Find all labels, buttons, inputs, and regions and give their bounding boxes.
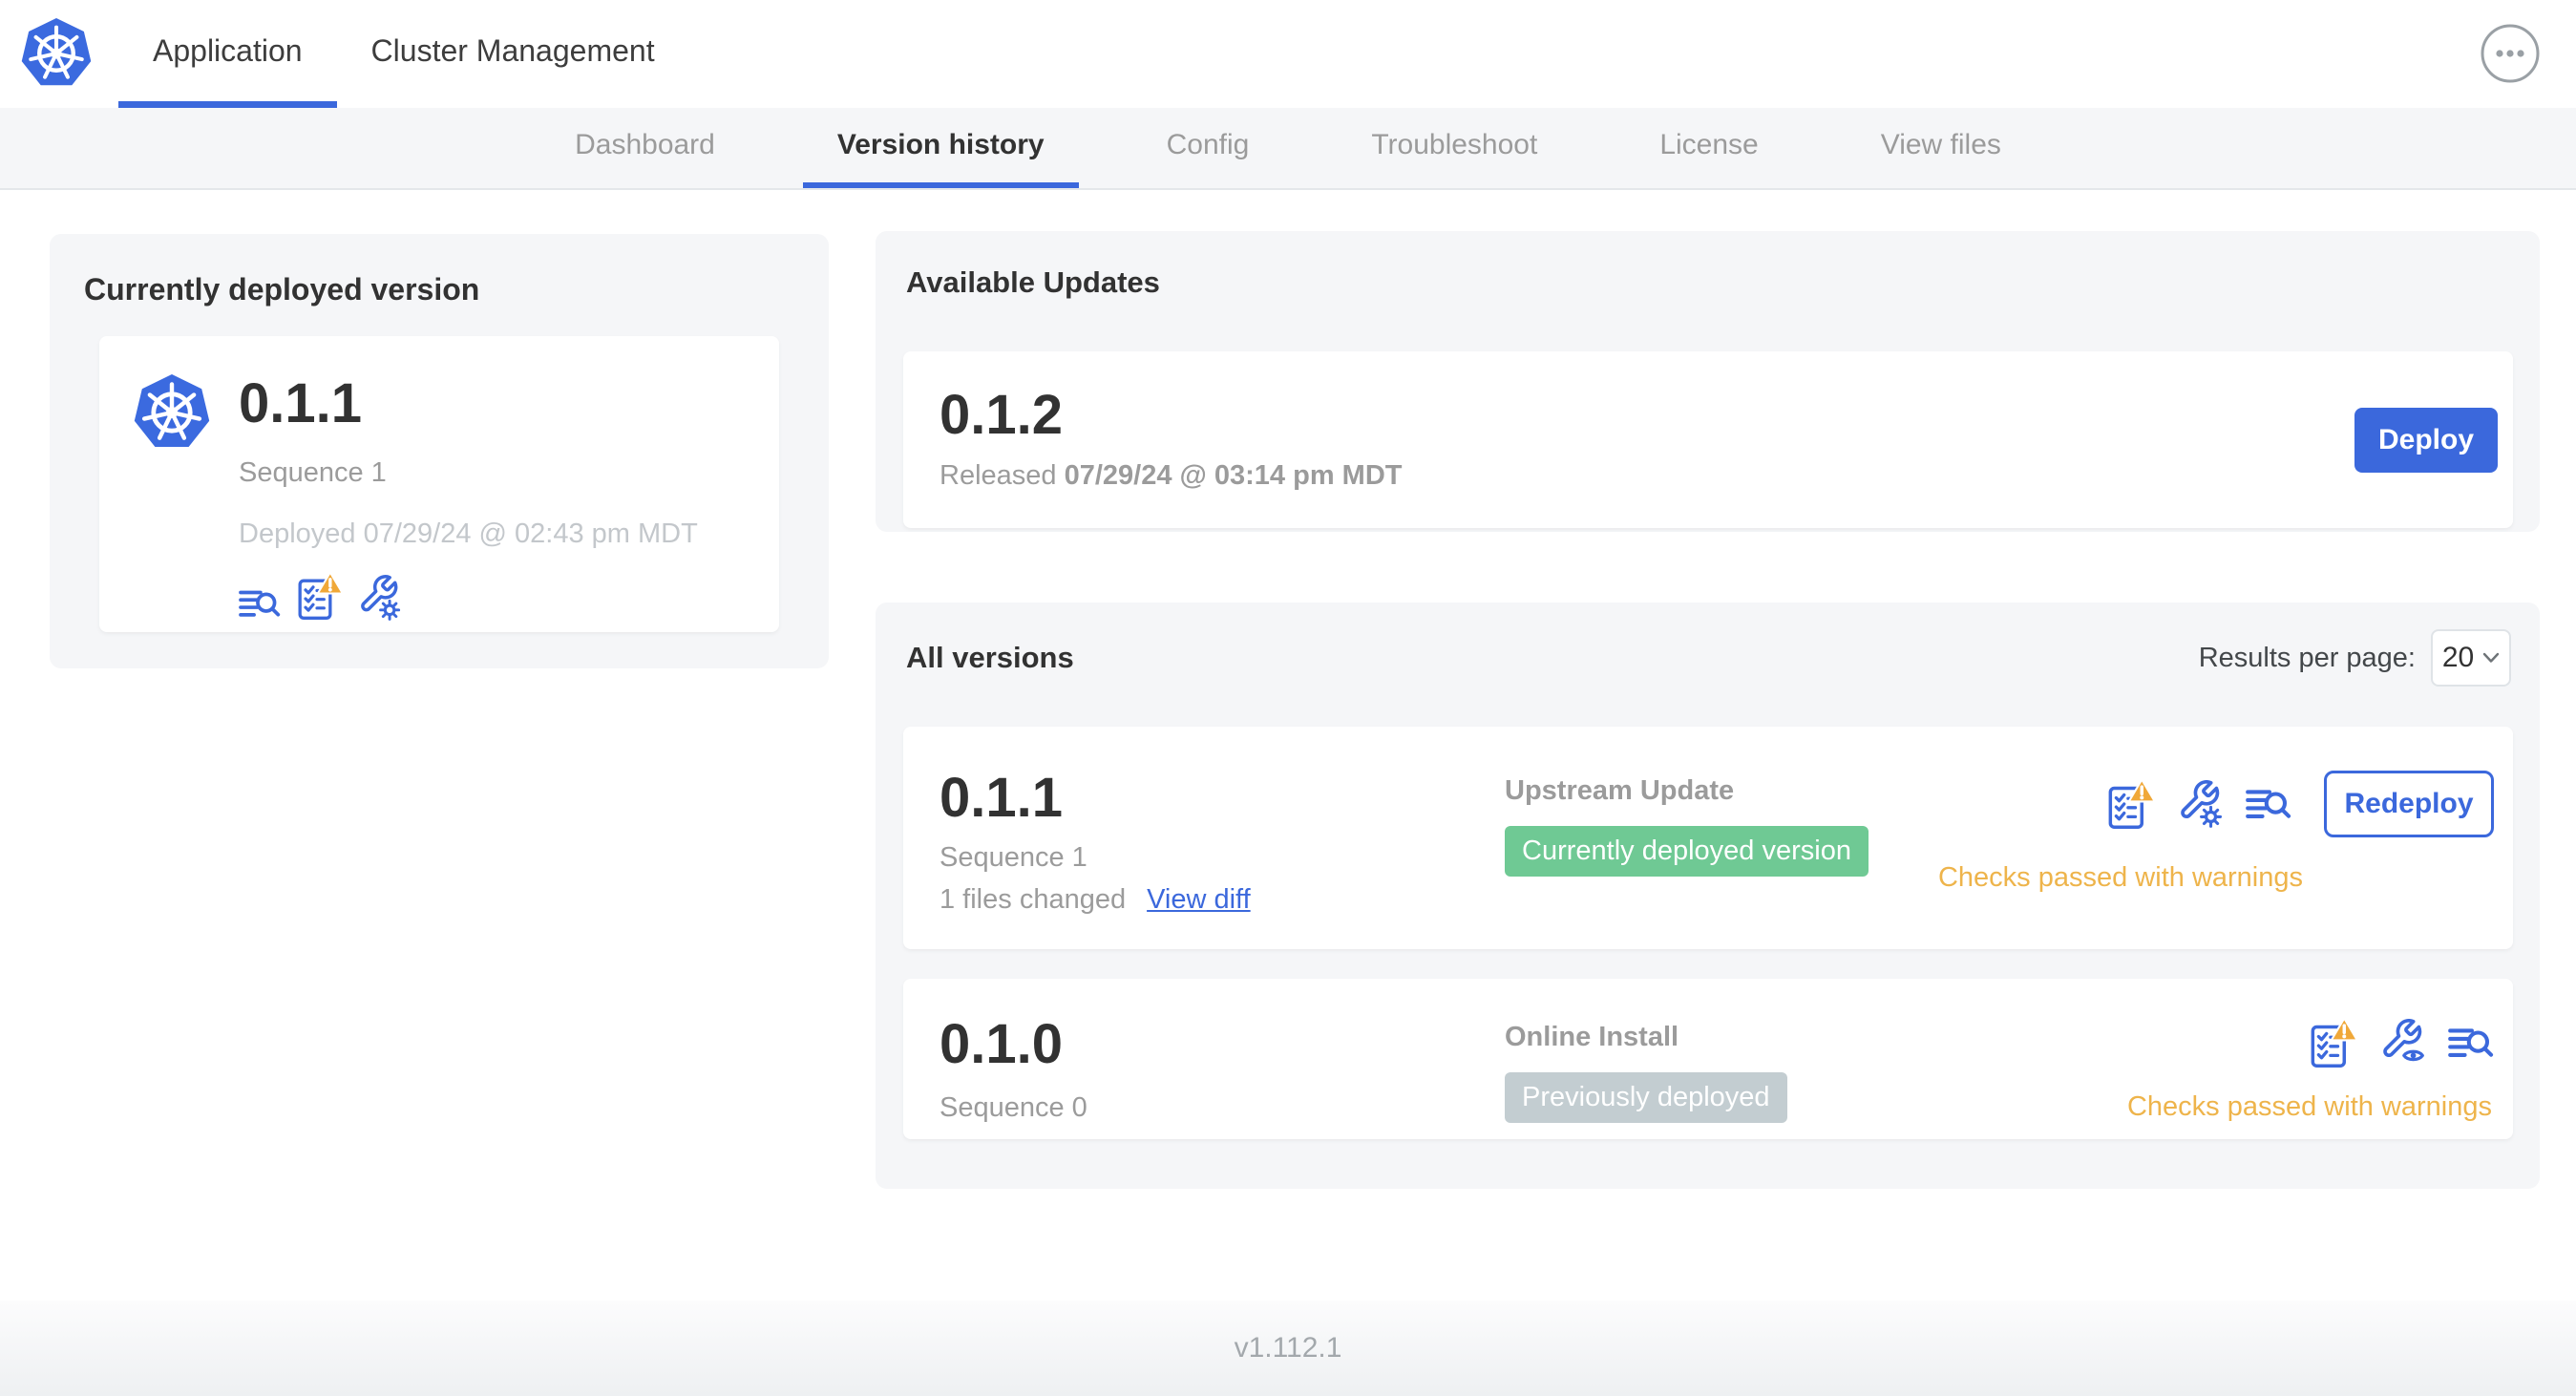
version-row-0-1-1: 0.1.1 Sequence 1 1 files changed View di… <box>903 727 2513 949</box>
available-updates-title: Available Updates <box>906 265 1160 299</box>
ellipsis-icon <box>2481 24 2540 83</box>
top-nav: Application Cluster Management <box>0 0 2576 108</box>
current-version-number: 0.1.1 <box>239 372 362 434</box>
kubernetes-logo-icon[interactable] <box>21 14 92 93</box>
available-update-info: 0.1.2 Released 07/29/24 @ 03:14 pm MDT <box>940 388 1402 492</box>
config-view-icon[interactable] <box>2381 1019 2425 1067</box>
version-source: Upstream Update Currently deployed versi… <box>1505 771 1938 877</box>
tab-config[interactable]: Config <box>1132 108 1284 188</box>
tab-view-files[interactable]: View files <box>1847 108 2036 188</box>
current-version-actions <box>239 570 698 621</box>
released-label: Released <box>940 460 1057 491</box>
version-action-icons <box>2309 1016 2494 1068</box>
config-gear-icon[interactable] <box>2179 780 2223 828</box>
deploy-logs-icon[interactable] <box>239 586 281 621</box>
version-sequence: Sequence 1 <box>940 842 1087 873</box>
preflight-status-text: Checks passed with warnings <box>1937 862 2303 893</box>
version-actions: Checks passed with warnings <box>2126 1016 2494 1123</box>
top-nav-tabs: Application Cluster Management <box>118 0 689 108</box>
tab-cluster-management[interactable]: Cluster Management <box>337 0 689 108</box>
kots-admin-console: Application Cluster Management Dashboard… <box>0 0 2576 1396</box>
preflight-checks-warning-icon[interactable] <box>2106 777 2157 830</box>
deploy-logs-icon[interactable] <box>2246 786 2291 822</box>
released-date: 07/29/24 @ 03:14 pm MDT <box>1064 460 1403 491</box>
version-info: 0.1.1 Sequence 1 1 files changed View di… <box>940 771 1505 916</box>
chevron-down-icon <box>2482 652 2500 663</box>
source-label: Online Install <box>1505 1022 1679 1052</box>
current-version-details: 0.1.1 Sequence 1 Deployed 07/29/24 @ 02:… <box>239 369 698 632</box>
update-released-timestamp: Released 07/29/24 @ 03:14 pm MDT <box>940 460 1402 492</box>
results-per-page-value: 20 <box>2441 642 2475 673</box>
version-source: Online Install Previously deployed <box>1505 1017 2127 1123</box>
deploy-logs-icon[interactable] <box>2448 1025 2494 1061</box>
overflow-menu-button[interactable] <box>2480 23 2541 84</box>
version-info: 0.1.0 Sequence 0 <box>940 1017 1505 1124</box>
view-diff-link[interactable]: View diff <box>1147 884 1251 916</box>
all-versions-title: All versions <box>906 641 1074 674</box>
version-sequence: Sequence 0 <box>940 1092 1087 1123</box>
deploy-button[interactable]: Deploy <box>2354 407 2498 473</box>
tab-application[interactable]: Application <box>118 0 337 108</box>
tab-dashboard[interactable]: Dashboard <box>540 108 750 188</box>
currently-deployed-version-card: 0.1.1 Sequence 1 Deployed 07/29/24 @ 02:… <box>99 336 779 632</box>
tab-version-history[interactable]: Version history <box>802 108 1079 188</box>
kubernetes-app-icon <box>134 370 210 455</box>
results-per-page: Results per page: 20 <box>2199 629 2511 687</box>
results-per-page-select[interactable]: 20 <box>2431 629 2511 687</box>
redeploy-button[interactable]: Redeploy <box>2324 771 2494 837</box>
preflight-checks-warning-icon[interactable] <box>2309 1016 2359 1068</box>
currently-deployed-card: Currently deployed version 0.1.1 Sequenc… <box>50 234 829 668</box>
source-label: Upstream Update <box>1505 775 1735 806</box>
files-changed-label: 1 files changed <box>940 884 1127 915</box>
tab-troubleshoot[interactable]: Troubleshoot <box>1337 108 1572 188</box>
available-update-row: 0.1.2 Released 07/29/24 @ 03:14 pm MDT D… <box>903 351 2513 528</box>
footer: v1.112.1 <box>0 1301 2576 1396</box>
version-number: 0.1.0 <box>940 1013 1063 1075</box>
current-version-sequence: Sequence 1 <box>239 457 387 488</box>
available-updates-card: Available Updates 0.1.2 Released 07/29/2… <box>876 231 2540 532</box>
version-action-icons: Redeploy <box>2106 771 2494 837</box>
files-changed: 1 files changed View diff <box>940 884 1505 916</box>
config-gear-icon[interactable] <box>359 575 401 621</box>
app-sub-nav: Dashboard Version history Config Trouble… <box>0 108 2576 190</box>
all-versions-card: All versions Results per page: 20 0.1.1 … <box>876 603 2540 1189</box>
version-actions: Redeploy Checks passed with warnings <box>1938 771 2494 894</box>
all-versions-header: All versions Results per page: 20 <box>906 629 2511 687</box>
current-version-deployed-timestamp: Deployed 07/29/24 @ 02:43 pm MDT <box>239 518 698 549</box>
currently-deployed-badge: Currently deployed version <box>1505 826 1869 877</box>
version-number: 0.1.1 <box>940 767 1063 829</box>
preflight-checks-warning-icon[interactable] <box>296 570 345 621</box>
update-version-number: 0.1.2 <box>940 384 1063 446</box>
preflight-status-text: Checks passed with warnings <box>2126 1091 2492 1122</box>
currently-deployed-title: Currently deployed version <box>84 272 480 307</box>
tab-license[interactable]: License <box>1625 108 1792 188</box>
console-version: v1.112.1 <box>1234 1332 1342 1364</box>
previously-deployed-badge: Previously deployed <box>1505 1072 1787 1123</box>
version-row-0-1-0: 0.1.0 Sequence 0 Online Install Previous… <box>903 979 2513 1139</box>
results-per-page-label: Results per page: <box>2198 642 2416 673</box>
